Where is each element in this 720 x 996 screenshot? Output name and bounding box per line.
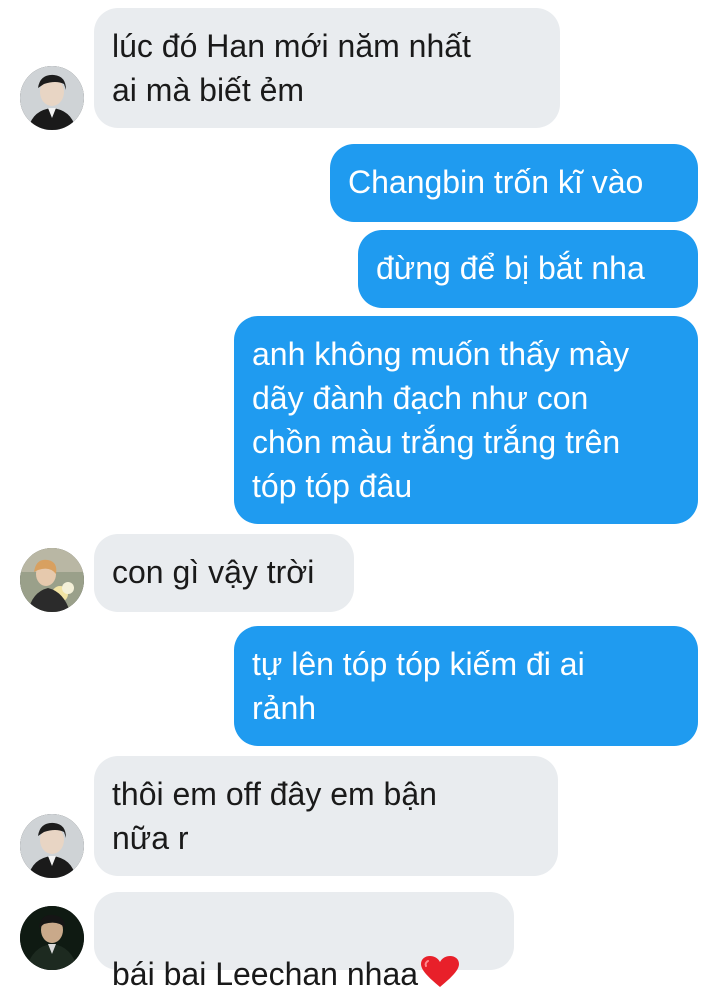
message-bubble-outgoing[interactable]: đừng để bị bắt nha: [358, 230, 698, 308]
sender-avatar-4[interactable]: [20, 906, 84, 970]
message-text: bái bai Leechan nhaa: [112, 956, 419, 992]
avatar-person-dark-suit-icon: [20, 814, 84, 878]
avatar-person-flowers-icon: [20, 548, 84, 612]
message-bubble-outgoing[interactable]: Changbin trốn kĩ vào: [330, 144, 698, 222]
avatar-person-dark-portrait-icon: [20, 906, 84, 970]
message-bubble-incoming[interactable]: lúc đó Han mới năm nhất ai mà biết ẻm: [94, 8, 560, 128]
heart-emoji-icon: [421, 956, 460, 987]
sender-avatar-3[interactable]: [20, 814, 84, 878]
message-bubble-outgoing[interactable]: tự lên tóp tóp kiếm đi ai rảnh: [234, 626, 698, 746]
sender-avatar-2[interactable]: [20, 548, 84, 612]
avatar-person-dark-suit-icon: [20, 66, 84, 130]
sender-avatar-1[interactable]: [20, 66, 84, 130]
message-bubble-outgoing[interactable]: anh không muốn thấy mày dãy đành đạch nh…: [234, 316, 698, 524]
message-bubble-incoming[interactable]: thôi em off đây em bận nữa r: [94, 756, 558, 876]
message-bubble-incoming[interactable]: bái bai Leechan nhaa: [94, 892, 514, 992]
message-bubble-incoming[interactable]: con gì vậy trời: [94, 534, 354, 612]
